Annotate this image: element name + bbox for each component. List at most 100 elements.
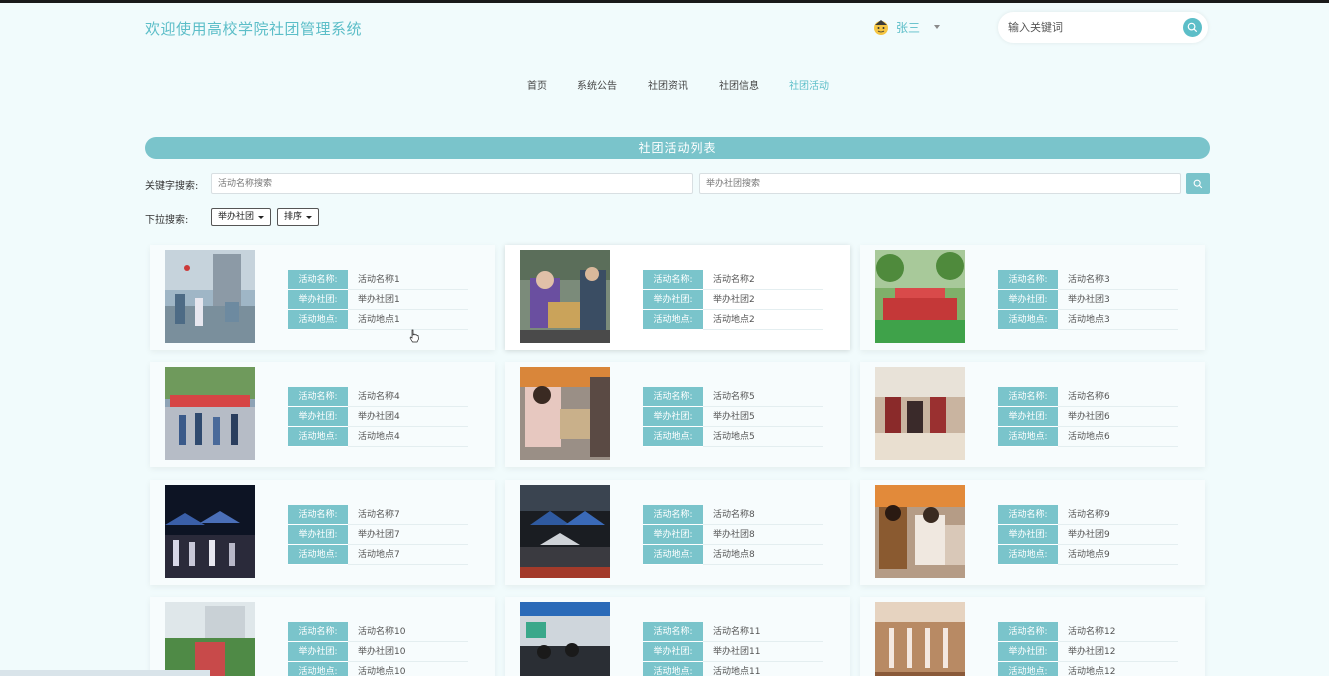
hand-pointer-icon: [409, 329, 419, 343]
activity-place-value: 活动地点5: [713, 432, 755, 442]
info-row: 举办社团: 举办社团1: [288, 290, 468, 310]
activity-name-label: 活动名称:: [643, 622, 703, 642]
info-row: 举办社团: 举办社团8: [643, 525, 823, 545]
activity-card[interactable]: 活动名称: 活动名称11 举办社团: 举办社团11 活动地点: 活动地点11: [505, 597, 850, 676]
activity-place-value: 活动地点3: [1068, 315, 1110, 325]
activity-name-label: 活动名称:: [643, 387, 703, 407]
activity-photo[interactable]: [165, 485, 255, 578]
club-search-input[interactable]: [699, 173, 1181, 194]
info-row: 活动名称: 活动名称3: [998, 270, 1178, 290]
activity-place-label: 活动地点:: [288, 662, 348, 676]
activity-card[interactable]: 活动名称: 活动名称7 举办社团: 举办社团7 活动地点: 活动地点7: [150, 480, 495, 585]
host-club-value: 举办社团10: [358, 647, 406, 657]
nav-item-announcements[interactable]: 系统公告: [577, 77, 617, 92]
host-club-value: 举办社团11: [713, 647, 761, 657]
activity-info: 活动名称: 活动名称7 举办社团: 举办社团7 活动地点: 活动地点7: [288, 505, 468, 565]
info-row: 活动地点: 活动地点4: [288, 427, 468, 447]
info-row: 活动地点: 活动地点12: [998, 662, 1178, 676]
activity-photo[interactable]: [520, 367, 610, 460]
nav-item-club-news[interactable]: 社团资讯: [648, 77, 688, 92]
activity-name-value: 活动名称12: [1068, 627, 1116, 637]
activity-info: 活动名称: 活动名称8 举办社团: 举办社团8 活动地点: 活动地点8: [643, 505, 823, 565]
activity-info: 活动名称: 活动名称5 举办社团: 举办社团5 活动地点: 活动地点5: [643, 387, 823, 447]
info-row: 举办社团: 举办社团9: [998, 525, 1178, 545]
info-row: 举办社团: 举办社团5: [643, 407, 823, 427]
list-search-button[interactable]: [1186, 173, 1210, 194]
activity-card[interactable]: 活动名称: 活动名称1 举办社团: 举办社团1 活动地点: 活动地点1: [150, 245, 495, 350]
browser-status-bar: [0, 670, 210, 676]
activity-place-value: 活动地点8: [713, 550, 755, 560]
info-row: 活动地点: 活动地点5: [643, 427, 823, 447]
host-club-label: 举办社团:: [288, 525, 348, 545]
activity-photo[interactable]: [875, 485, 965, 578]
nav-item-club-activities[interactable]: 社团活动: [789, 77, 829, 92]
activity-card[interactable]: 活动名称: 活动名称3 举办社团: 举办社团3 活动地点: 活动地点3: [860, 245, 1205, 350]
info-row: 活动地点: 活动地点7: [288, 545, 468, 565]
host-club-value: 举办社团3: [1068, 295, 1110, 305]
window-right-edge: [1329, 0, 1333, 676]
info-row: 活动名称: 活动名称4: [288, 387, 468, 407]
activity-name-value: 活动名称10: [358, 627, 406, 637]
info-row: 活动地点: 活动地点8: [643, 545, 823, 565]
activity-name-search-input[interactable]: [211, 173, 693, 194]
sort-dropdown[interactable]: 排序: [277, 208, 320, 226]
activity-card[interactable]: 活动名称: 活动名称12 举办社团: 举办社团12 活动地点: 活动地点12: [860, 597, 1205, 676]
club-dropdown[interactable]: 举办社团: [211, 208, 272, 226]
activity-card[interactable]: 活动名称: 活动名称8 举办社团: 举办社团8 活动地点: 活动地点8: [505, 480, 850, 585]
activity-card[interactable]: 活动名称: 活动名称4 举办社团: 举办社团4 活动地点: 活动地点4: [150, 362, 495, 467]
info-row: 活动地点: 活动地点3: [998, 310, 1178, 330]
host-club-value: 举办社团7: [358, 530, 400, 540]
host-club-value: 举办社团12: [1068, 647, 1116, 657]
info-row: 举办社团: 举办社团4: [288, 407, 468, 427]
activity-info: 活动名称: 活动名称12 举办社团: 举办社团12 活动地点: 活动地点12: [998, 622, 1178, 676]
activity-info: 活动名称: 活动名称4 举办社团: 举办社团4 活动地点: 活动地点4: [288, 387, 468, 447]
activity-place-value: 活动地点9: [1068, 550, 1110, 560]
activity-card[interactable]: 活动名称: 活动名称2 举办社团: 举办社团2 活动地点: 活动地点2: [505, 245, 850, 350]
host-club-value: 举办社团2: [713, 295, 755, 305]
user-menu[interactable]: 张三: [872, 18, 941, 36]
activity-place-label: 活动地点:: [643, 310, 703, 330]
host-club-value: 举办社团5: [713, 412, 755, 422]
info-row: 活动名称: 活动名称6: [998, 387, 1178, 407]
activity-name-label: 活动名称:: [288, 622, 348, 642]
activity-photo[interactable]: [520, 250, 610, 343]
info-row: 活动名称: 活动名称1: [288, 270, 468, 290]
activity-place-value: 活动地点11: [713, 667, 761, 676]
activity-photo[interactable]: [165, 250, 255, 343]
info-row: 活动地点: 活动地点11: [643, 662, 823, 676]
chevron-down-icon: [934, 25, 941, 29]
activity-photo[interactable]: [875, 367, 965, 460]
activity-photo[interactable]: [165, 367, 255, 460]
nav-item-home[interactable]: 首页: [527, 77, 547, 92]
activity-name-value: 活动名称11: [713, 627, 761, 637]
activity-card[interactable]: 活动名称: 活动名称9 举办社团: 举办社团9 活动地点: 活动地点9: [860, 480, 1205, 585]
activity-name-label: 活动名称:: [643, 270, 703, 290]
activity-photo[interactable]: [875, 250, 965, 343]
host-club-value: 举办社团8: [713, 530, 755, 540]
activity-card[interactable]: 活动名称: 活动名称10 举办社团: 举办社团10 活动地点: 活动地点10: [150, 597, 495, 676]
activity-place-value: 活动地点4: [358, 432, 400, 442]
host-club-label: 举办社团:: [643, 525, 703, 545]
activity-info: 活动名称: 活动名称11 举办社团: 举办社团11 活动地点: 活动地点11: [643, 622, 823, 676]
activity-card[interactable]: 活动名称: 活动名称6 举办社团: 举办社团6 活动地点: 活动地点6: [860, 362, 1205, 467]
activity-card[interactable]: 活动名称: 活动名称5 举办社团: 举办社团5 活动地点: 活动地点5: [505, 362, 850, 467]
keyword-search-label: 关键字搜索:: [145, 181, 199, 192]
activity-name-label: 活动名称:: [288, 505, 348, 525]
activity-photo[interactable]: [520, 485, 610, 578]
header-search-input[interactable]: [1008, 18, 1178, 37]
activity-place-label: 活动地点:: [998, 427, 1058, 447]
activity-photo[interactable]: [520, 602, 610, 676]
info-row: 活动名称: 活动名称11: [643, 622, 823, 642]
info-row: 活动地点: 活动地点9: [998, 545, 1178, 565]
activity-name-value: 活动名称1: [358, 275, 400, 285]
search-icon: [1193, 179, 1203, 188]
header-search: [998, 12, 1208, 43]
host-club-label: 举办社团:: [643, 642, 703, 662]
header-search-button[interactable]: [1183, 18, 1202, 37]
activity-photo[interactable]: [165, 602, 255, 676]
sort-dropdown-label: 排序: [284, 212, 303, 222]
nav-item-club-info[interactable]: 社团信息: [719, 77, 759, 92]
activity-photo[interactable]: [875, 602, 965, 676]
host-club-label: 举办社团:: [288, 290, 348, 310]
activity-info: 活动名称: 活动名称9 举办社团: 举办社团9 活动地点: 活动地点9: [998, 505, 1178, 565]
